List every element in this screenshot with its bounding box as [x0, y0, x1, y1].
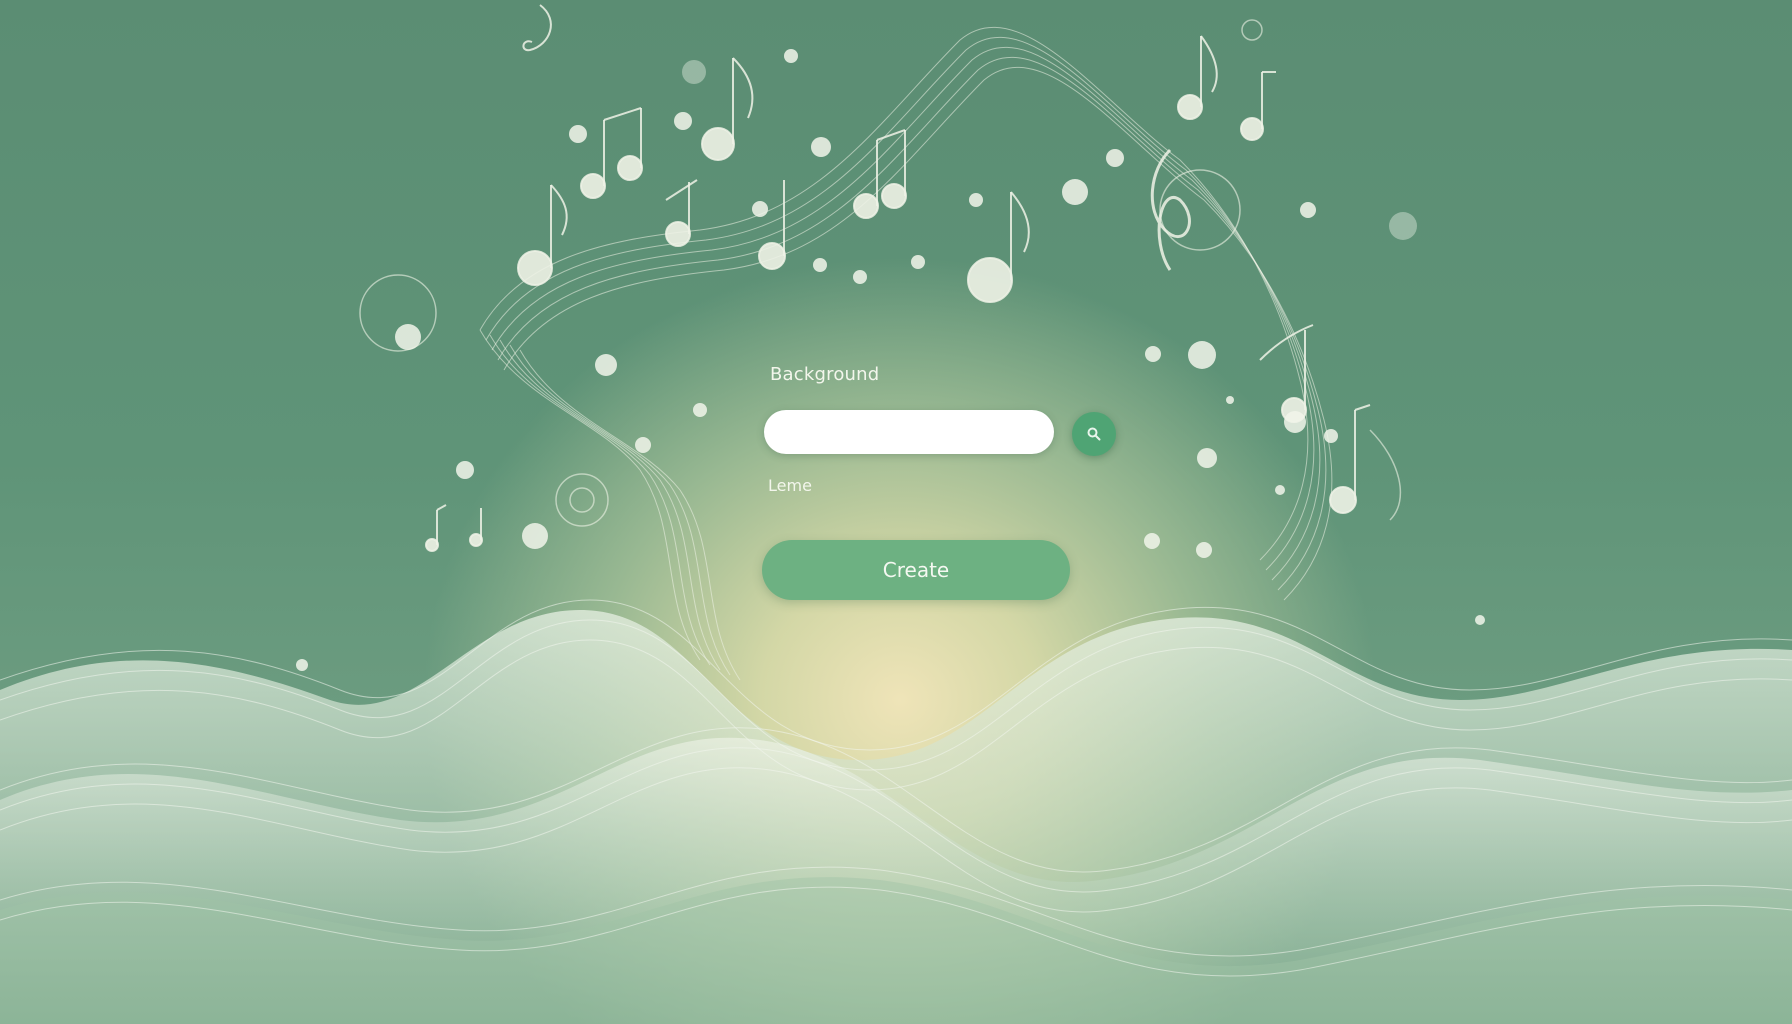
search-icon: [1087, 427, 1101, 441]
search-button[interactable]: [1072, 412, 1116, 456]
leme-label: Leme: [768, 476, 812, 495]
create-button[interactable]: Create: [762, 540, 1070, 600]
bottom-waves: [0, 599, 1792, 1024]
create-form: Background Leme Create: [760, 360, 1180, 620]
background-input[interactable]: [764, 410, 1054, 454]
background-label: Background: [770, 364, 880, 385]
